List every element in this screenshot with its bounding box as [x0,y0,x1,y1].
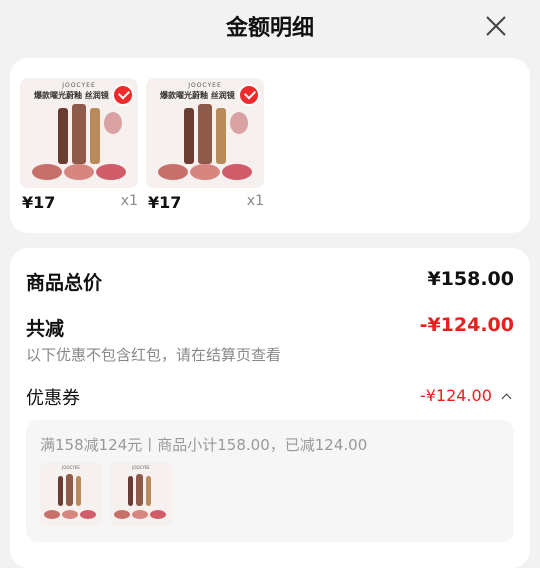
coupon-label: 优惠券 [26,388,80,409]
coupon-value: -¥124.00 [419,386,492,405]
product-tag: 爆款曜光蔚釉 丝润镜 [160,91,235,100]
discount-label: 共减 [26,318,65,340]
product-brand: JOOCYEE [62,465,80,470]
product-item[interactable]: JOOCYEE 爆款曜光蔚釉 丝润镜 ¥17 x1 [146,78,264,212]
discount-note: 以下优惠不包含红包，请在结算页查看 [26,346,282,364]
product-card: JOOCYEE 爆款曜光蔚釉 丝润镜 ¥17 x1 JOOCYEE 爆款曜光蔚釉… [10,58,530,233]
product-thumbnail: JOOCYEE 爆款曜光蔚釉 丝润镜 [146,78,264,188]
coupon-detail-box: 满158减124元丨商品小计158.00，已减124.00 JOOCYEE JO… [26,420,514,542]
coupon-product-thumbnail: JOOCYEE [40,462,102,526]
check-icon [112,84,134,106]
page-title: 金额明细 [225,16,314,41]
header: 金额明细 [0,0,540,52]
chevron-up-icon [501,393,512,404]
product-price: ¥17 [22,193,56,212]
coupon-product-thumbnail: JOOCYEE [110,462,172,526]
product-item[interactable]: JOOCYEE 爆款曜光蔚釉 丝润镜 ¥17 x1 [20,78,138,212]
product-tag: 爆款曜光蔚釉 丝润镜 [34,91,109,100]
check-icon [238,84,260,106]
coupon-detail-text: 满158减124元丨商品小计158.00，已减124.00 [40,436,368,454]
product-quantity: x1 [246,193,264,209]
product-price: ¥17 [148,193,182,212]
discount-value: -¥124.00 [419,314,514,336]
price-summary-card: 商品总价 ¥158.00 共减 -¥124.00 以下优惠不包含红包，请在结算页… [10,248,530,568]
total-price-label: 商品总价 [26,272,103,294]
product-quantity: x1 [120,193,138,209]
total-price-value: ¥158.00 [427,268,514,290]
product-brand: JOOCYEE [132,465,150,470]
close-icon[interactable] [484,14,508,38]
product-thumbnail: JOOCYEE 爆款曜光蔚釉 丝润镜 [20,78,138,188]
coupon-toggle[interactable]: -¥124.00 [419,386,512,405]
